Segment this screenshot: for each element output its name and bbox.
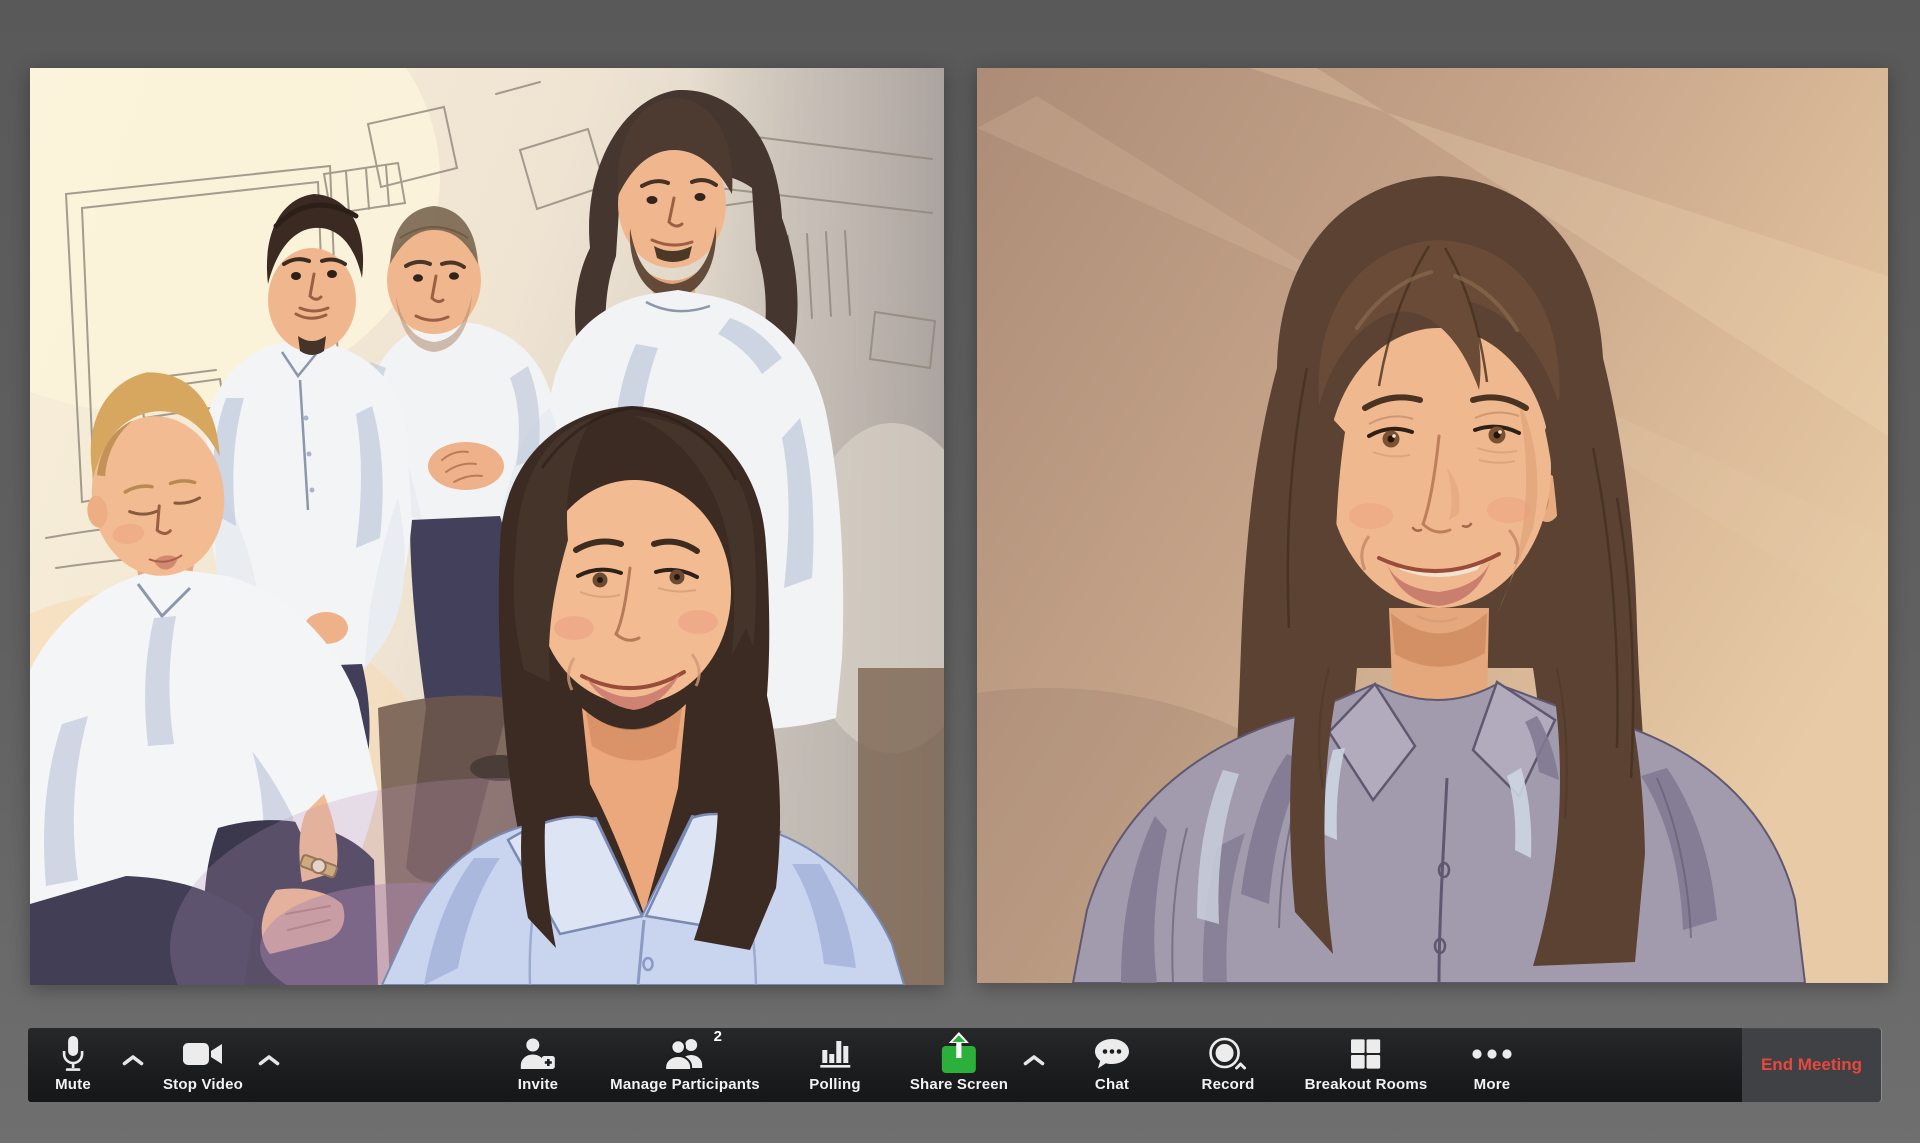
mute-label: Mute [55,1076,91,1093]
manage-participants-label: Manage Participants [610,1076,760,1093]
polling-button[interactable]: Polling [809,1033,860,1093]
video-camera-icon [183,1033,223,1075]
share-options-caret[interactable] [1021,1052,1047,1071]
speaker-illustration [977,68,1888,983]
record-options-caret-icon [1237,1064,1245,1068]
video-options-caret[interactable] [256,1052,282,1071]
invite-label: Invite [518,1076,558,1093]
polling-label: Polling [809,1076,860,1093]
group-illustration [30,68,944,985]
manage-participants-button[interactable]: 2 Manage Participants [610,1033,760,1093]
share-screen-label: Share Screen [910,1076,1008,1093]
chat-bubble-icon [1094,1033,1130,1075]
mute-button[interactable]: Mute [55,1033,91,1093]
share-screen-button[interactable]: Share Screen [910,1033,1008,1093]
mute-options-caret[interactable] [120,1052,146,1071]
more-button[interactable]: More [1471,1033,1513,1093]
record-label: Record [1202,1076,1255,1093]
end-meeting-button[interactable]: End Meeting [1742,1028,1881,1102]
zoom-meeting-window: Mute Stop Video [0,0,1920,1143]
stop-video-label: Stop Video [163,1076,243,1093]
chat-button[interactable]: Chat [1094,1033,1130,1093]
stop-video-button[interactable]: Stop Video [163,1033,243,1093]
more-label: More [1474,1076,1511,1093]
participants-icon: 2 [663,1033,707,1075]
chat-label: Chat [1095,1076,1129,1093]
bar-chart-icon [817,1033,853,1075]
microphone-icon [61,1033,85,1075]
breakout-rooms-button[interactable]: Breakout Rooms [1305,1033,1428,1093]
active-speaker-video-tile[interactable] [977,68,1888,983]
share-screen-icon [939,1033,979,1075]
participants-count-badge: 2 [714,1028,722,1045]
record-button[interactable]: Record [1202,1033,1255,1093]
invite-person-icon [519,1033,557,1075]
grid-icon [1350,1033,1382,1075]
invite-button[interactable]: Invite [518,1033,558,1093]
ellipsis-icon [1471,1033,1513,1075]
group-video-tile[interactable] [30,68,944,985]
meeting-control-bar: Mute Stop Video [28,1028,1881,1102]
record-ring-icon [1208,1033,1248,1075]
breakout-rooms-label: Breakout Rooms [1305,1076,1428,1093]
toolbar-main: Mute Stop Video [28,1028,1742,1102]
